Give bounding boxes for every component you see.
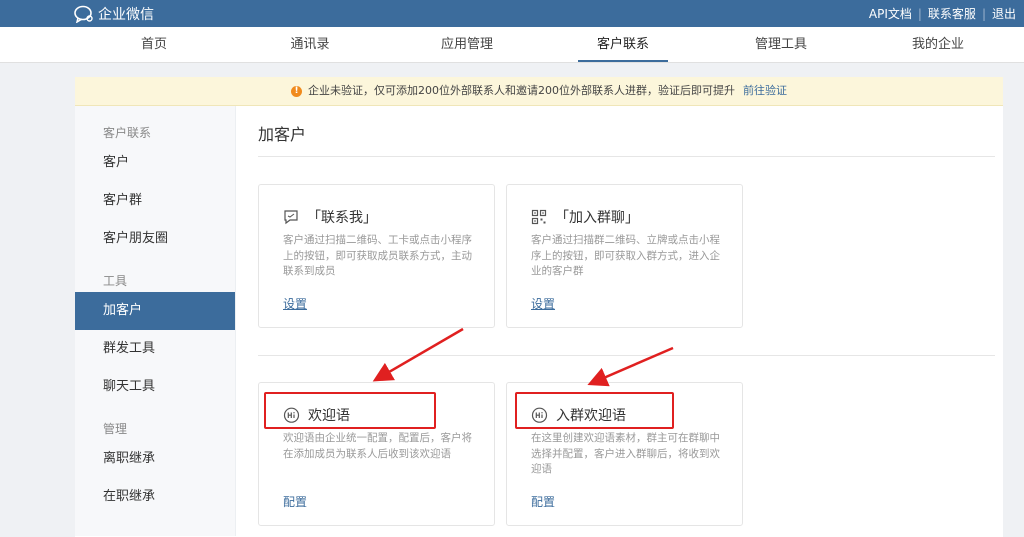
annotation-arrow xyxy=(587,346,674,387)
annotation-arrows xyxy=(372,327,674,387)
annotation-arrow xyxy=(372,327,464,382)
